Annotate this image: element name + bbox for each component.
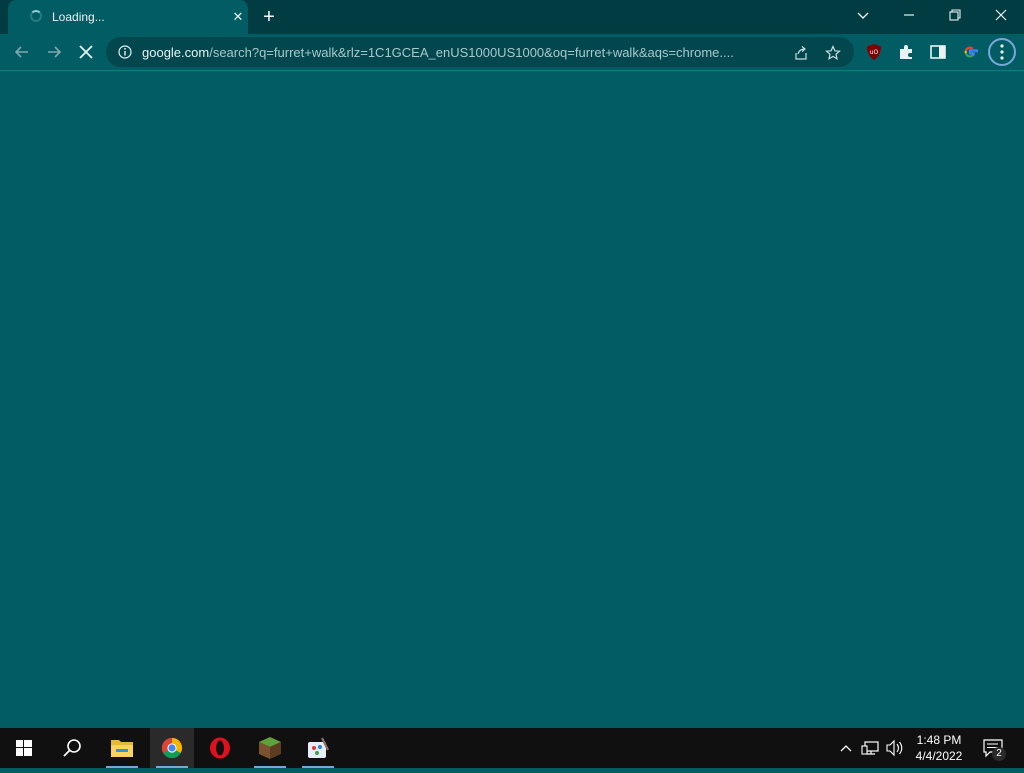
taskbar-minecraft[interactable] — [248, 728, 292, 768]
chevron-down-icon — [857, 12, 869, 19]
opera-icon — [210, 737, 230, 759]
volume-icon[interactable] — [884, 728, 906, 768]
google-icon[interactable] — [961, 43, 979, 61]
loading-spinner-icon — [30, 10, 42, 22]
taskbar-chrome[interactable] — [150, 728, 194, 768]
close-window-button[interactable] — [983, 0, 1019, 30]
minimize-icon — [904, 14, 914, 16]
chevron-up-icon[interactable] — [836, 728, 856, 768]
tab-active[interactable]: Loading... ✕ — [8, 0, 248, 34]
side-panel-icon[interactable] — [929, 43, 947, 61]
ublock-icon[interactable]: uO — [865, 43, 883, 61]
windows-taskbar: 1:48 PM 4/4/2022 2 — [0, 728, 1024, 768]
file-explorer-icon — [111, 740, 133, 757]
tab-search-button[interactable] — [845, 0, 881, 30]
back-icon[interactable] — [12, 42, 32, 62]
forward-icon[interactable] — [44, 42, 64, 62]
address-bar[interactable]: google.com/search?q=furret+walk&rlz=1C1G… — [106, 37, 854, 67]
clock-date: 4/4/2022 — [915, 749, 963, 763]
network-icon[interactable] — [860, 728, 882, 768]
browser-toolbar: google.com/search?q=furret+walk&rlz=1C1G… — [0, 34, 1024, 71]
url-path: /search?q=furret+walk&rlz=1C1GCEA_enUS10… — [209, 45, 734, 60]
chrome-icon — [161, 737, 183, 759]
clock-time: 1:48 PM — [916, 733, 962, 747]
browser-menu-button[interactable] — [988, 38, 1016, 66]
tab-title: Loading... — [52, 10, 105, 24]
minecraft-icon — [259, 737, 281, 759]
start-button[interactable] — [2, 728, 46, 768]
notification-count-badge: 2 — [992, 747, 1006, 761]
svg-text:uO: uO — [870, 49, 879, 56]
close-icon — [995, 9, 1007, 21]
new-tab-button[interactable]: + — [258, 6, 280, 28]
taskbar-clock[interactable]: 1:48 PM 4/4/2022 — [906, 732, 972, 764]
restore-button[interactable] — [937, 0, 973, 30]
url-text[interactable]: google.com/search?q=furret+walk&rlz=1C1G… — [142, 45, 782, 60]
windows-start-icon — [16, 740, 32, 756]
taskbar-opera[interactable] — [198, 728, 242, 768]
taskbar-search-button[interactable] — [50, 728, 94, 768]
minimize-button[interactable] — [891, 0, 927, 30]
info-icon[interactable] — [118, 45, 132, 59]
stop-loading-icon[interactable] — [76, 42, 96, 62]
taskbar-paint[interactable] — [296, 728, 340, 768]
url-domain: google.com — [142, 45, 210, 60]
page-content — [0, 71, 1024, 728]
share-icon[interactable] — [793, 45, 809, 61]
taskbar-file-explorer[interactable] — [100, 728, 144, 768]
restore-icon — [949, 9, 961, 21]
paint-icon — [308, 737, 329, 758]
puzzle-icon[interactable] — [897, 43, 915, 61]
star-icon[interactable] — [825, 45, 841, 61]
kebab-menu-icon — [1000, 44, 1004, 60]
tab-close-icon[interactable]: ✕ — [230, 9, 246, 25]
search-icon — [63, 739, 81, 757]
browser-titlebar: Loading... ✕ + — [0, 0, 1024, 34]
